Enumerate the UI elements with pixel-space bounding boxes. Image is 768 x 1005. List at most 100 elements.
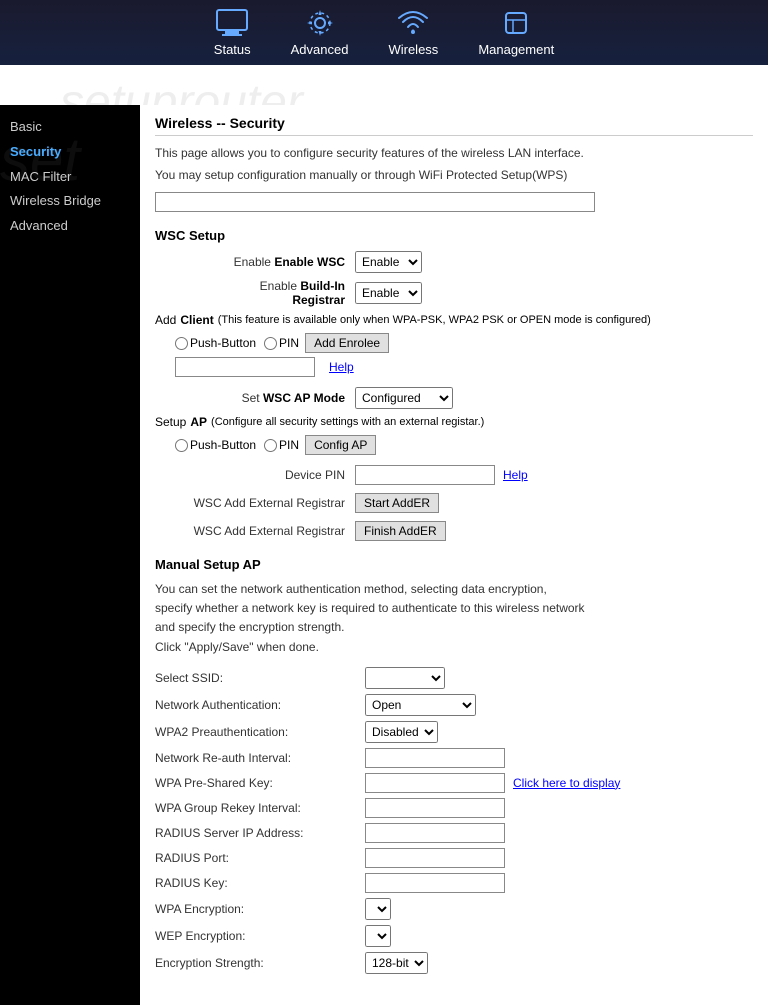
- wsc-ap-mode-bold: WSC AP Mode: [263, 391, 345, 405]
- help1-link[interactable]: Help: [329, 360, 354, 374]
- client-bold: Client: [180, 313, 213, 327]
- select-ssid-select[interactable]: [365, 667, 445, 689]
- nav-wireless[interactable]: Wireless: [388, 8, 438, 57]
- wpa-preshared-row: WPA Pre-Shared Key: Click here to displa…: [155, 773, 753, 793]
- network-reauth-row: Network Re-auth Interval:: [155, 748, 753, 768]
- radius-key-input[interactable]: [365, 873, 505, 893]
- add-client-row: Add Client (This feature is available on…: [155, 313, 753, 327]
- help2-link[interactable]: Help: [503, 468, 528, 482]
- wpa2-preauth-select[interactable]: Disabled Enabled: [365, 721, 438, 743]
- help1-row: Help: [175, 357, 753, 377]
- device-pin-row: Device PIN Help: [155, 465, 753, 485]
- content-area: Wireless -- Security This page allows yo…: [140, 105, 768, 1005]
- radius-key-label: RADIUS Key:: [155, 876, 365, 890]
- enable-wsc-bold: Enable WSC: [274, 255, 345, 269]
- click-display-link[interactable]: Click here to display: [513, 776, 620, 790]
- radius-ip-input[interactable]: [365, 823, 505, 843]
- device-pin-label: Device PIN: [155, 468, 355, 482]
- setup-pin-label[interactable]: PIN: [264, 438, 299, 452]
- radius-ip-row: RADIUS Server IP Address:: [155, 823, 753, 843]
- enable-registrar-label: Enable Build-InRegistrar: [155, 279, 355, 307]
- config-ap-button[interactable]: Config AP: [305, 435, 376, 455]
- wpa-group-rekey-label: WPA Group Rekey Interval:: [155, 801, 365, 815]
- wep-encryption-row: WEP Encryption:: [155, 925, 753, 947]
- setup-ap-radio-group: Push-Button PIN: [175, 438, 299, 452]
- wsc-add-ext-reg-finish-row: WSC Add External Registrar Finish AddER: [155, 521, 753, 541]
- manual-desc4: Click "Apply/Save" when done.: [155, 640, 319, 654]
- sidebar-item-basic[interactable]: Basic: [10, 115, 130, 140]
- page-title: Wireless -- Security: [155, 115, 753, 136]
- wpa2-preauth-label: WPA2 Preauthentication:: [155, 725, 365, 739]
- setup-push-button-label[interactable]: Push-Button: [175, 438, 256, 452]
- wpa-group-rekey-input[interactable]: [365, 798, 505, 818]
- finish-adder-button[interactable]: Finish AddER: [355, 521, 446, 541]
- enable-wsc-label: Enable Enable WSC: [155, 255, 355, 269]
- manual-desc2: specify whether a network key is require…: [155, 601, 585, 615]
- watermark-text: setuprouter: [60, 75, 303, 105]
- radius-key-row: RADIUS Key:: [155, 873, 753, 893]
- gear-icon: [302, 8, 338, 38]
- radius-port-input[interactable]: [365, 848, 505, 868]
- wsc-ap-mode-row: Set WSC AP Mode Configured Unconfigured: [155, 387, 753, 409]
- encryption-strength-select[interactable]: 128-bit 64-bit: [365, 952, 428, 974]
- wsc-add-ext-reg-start-row: WSC Add External Registrar Start AddER: [155, 493, 753, 513]
- sidebar-item-security[interactable]: Security: [10, 140, 130, 165]
- enable-registrar-select[interactable]: Enable Disable: [355, 282, 422, 304]
- add-client-radio-group: Push-Button PIN: [175, 336, 299, 350]
- nav-management[interactable]: Management: [478, 8, 554, 57]
- add-client-controls: Push-Button PIN Add Enrolee: [175, 333, 753, 353]
- network-auth-select[interactable]: Open Shared WPA WPA-Personal WPA2 WPA2-P…: [365, 694, 476, 716]
- select-ssid-label: Select SSID:: [155, 671, 365, 685]
- network-reauth-label: Network Re-auth Interval:: [155, 751, 365, 765]
- sidebar-watermark: set: [0, 105, 140, 1005]
- nav-status-label: Status: [214, 42, 251, 57]
- push-button-radio[interactable]: [175, 337, 188, 350]
- wpa-preshared-input[interactable]: [365, 773, 505, 793]
- setup-push-button-radio[interactable]: [175, 439, 188, 452]
- wsc-ap-mode-select[interactable]: Configured Unconfigured: [355, 387, 453, 409]
- sidebar-item-mac-filter[interactable]: MAC Filter: [10, 165, 130, 190]
- nav-management-label: Management: [478, 42, 554, 57]
- pin-label: PIN: [279, 336, 299, 350]
- nav-status[interactable]: Status: [214, 8, 251, 57]
- enable-registrar-bold: Build-InRegistrar: [292, 279, 345, 307]
- nav-advanced[interactable]: Advanced: [291, 8, 349, 57]
- radius-port-row: RADIUS Port:: [155, 848, 753, 868]
- network-auth-row: Network Authentication: Open Shared WPA …: [155, 694, 753, 716]
- wep-encryption-label: WEP Encryption:: [155, 929, 365, 943]
- wpa-encryption-select[interactable]: [365, 898, 391, 920]
- wep-encryption-select[interactable]: [365, 925, 391, 947]
- setup-pin-radio[interactable]: [264, 439, 277, 452]
- main-layout: set Basic Security MAC Filter Wireless B…: [0, 105, 768, 1005]
- add-client-desc: (This feature is available only when WPA…: [218, 314, 651, 326]
- sidebar-item-wireless-bridge[interactable]: Wireless Bridge: [10, 189, 130, 214]
- manual-desc1: You can set the network authentication m…: [155, 582, 547, 596]
- wpa-encryption-label: WPA Encryption:: [155, 902, 365, 916]
- wsc-add-ext-reg-finish-label: WSC Add External Registrar: [155, 524, 355, 538]
- push-button-radio-label[interactable]: Push-Button: [175, 336, 256, 350]
- setup-label: Setup: [155, 415, 186, 429]
- enable-wsc-select[interactable]: Enable Disable: [355, 251, 422, 273]
- network-reauth-input[interactable]: [365, 748, 505, 768]
- sidebar: set Basic Security MAC Filter Wireless B…: [0, 105, 140, 1005]
- start-adder-button[interactable]: Start AddER: [355, 493, 439, 513]
- pin-input-field[interactable]: [175, 357, 315, 377]
- encryption-strength-row: Encryption Strength: 128-bit 64-bit: [155, 952, 753, 974]
- wpa2-preauth-row: WPA2 Preauthentication: Disabled Enabled: [155, 721, 753, 743]
- setup-ap-row: Setup AP (Configure all security setting…: [155, 415, 753, 429]
- page-desc2: You may setup configuration manually or …: [155, 166, 753, 184]
- wpa-preshared-label: WPA Pre-Shared Key:: [155, 776, 365, 790]
- network-auth-label: Network Authentication:: [155, 698, 365, 712]
- wsc-ap-mode-label: Set WSC AP Mode: [155, 391, 355, 405]
- device-pin-input[interactable]: [355, 465, 495, 485]
- sidebar-item-advanced[interactable]: Advanced: [10, 214, 130, 239]
- wpa-group-rekey-row: WPA Group Rekey Interval:: [155, 798, 753, 818]
- pin-radio[interactable]: [264, 337, 277, 350]
- nav-wireless-label: Wireless: [388, 42, 438, 57]
- add-enrolee-button[interactable]: Add Enrolee: [305, 333, 389, 353]
- top-input-field[interactable]: [155, 192, 595, 212]
- header: Status Advanced Wireless: [0, 0, 768, 65]
- manual-desc3: and specify the encryption strength.: [155, 620, 344, 634]
- pin-radio-label[interactable]: PIN: [264, 336, 299, 350]
- setup-pin-text: PIN: [279, 438, 299, 452]
